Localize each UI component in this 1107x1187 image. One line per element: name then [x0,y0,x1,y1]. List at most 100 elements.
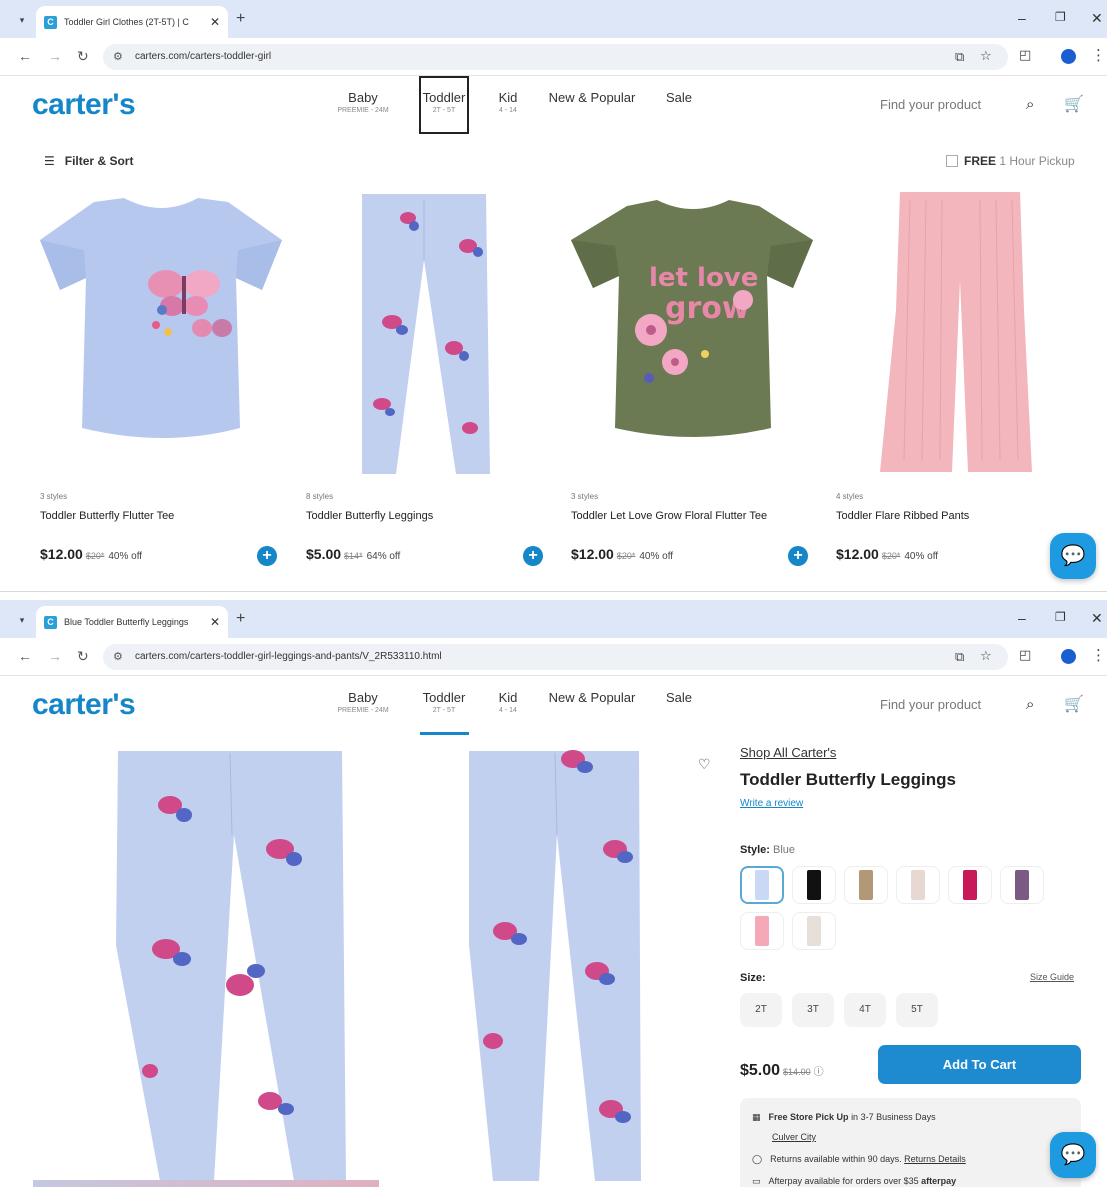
swatch-blue[interactable] [740,866,784,904]
returns-row: ◯ Returns available within 90 days. Retur… [752,1154,966,1164]
quick-add-button[interactable]: + [788,546,808,566]
store-icon: ▦ [752,1112,761,1122]
forward-icon[interactable]: → [48,648,62,664]
site-info-icon[interactable]: ⚙ [113,644,123,670]
cart-icon[interactable]: 🛒 [1064,94,1084,114]
chat-button[interactable]: 💬 [1050,533,1096,579]
nav-kid[interactable]: Kid 4 - 14 [494,90,522,114]
profile-avatar[interactable] [1061,649,1076,664]
profile-avatar[interactable] [1061,49,1076,64]
nav-new-popular[interactable]: New & Popular [544,90,640,105]
menu-kebab-icon[interactable]: ⋮ [1091,646,1106,664]
new-tab-icon[interactable]: + [236,10,245,28]
product-price: $12.00 $20* 40% off [571,546,674,562]
product-image[interactable] [34,190,289,480]
swatch-tan[interactable] [844,866,888,904]
browser-window-listing: ▾ C Toddler Girl Clothes (2T-5T) | C ✕ +… [0,0,1107,591]
search-input[interactable]: Find your product [872,88,1052,122]
returns-details-link[interactable]: Returns Details [904,1154,966,1164]
product-name[interactable]: Toddler Butterfly Leggings [306,510,433,522]
search-icon[interactable]: ⌕ [1026,96,1034,113]
window-close-icon[interactable]: ✕ [1091,10,1103,27]
extensions-icon[interactable]: ◰ [1019,647,1031,663]
product-image[interactable]: let love grow [565,190,820,480]
nav-toddler[interactable]: Toddler 2T - 5T [419,76,469,134]
swatch-pink[interactable] [740,912,784,950]
swatch-magenta[interactable] [948,866,992,904]
size-5t-button[interactable]: 5T [896,993,938,1027]
product-card[interactable]: 4 styles Toddler Flare Ribbed Pants $12.… [830,190,1085,562]
product-card[interactable]: 3 styles Toddler Butterfly Flutter Tee $… [34,190,289,566]
nav-toddler[interactable]: Toddler 2T - 5T [419,690,469,714]
swatch-floral[interactable] [896,866,940,904]
minimize-icon[interactable]: – [1018,610,1026,626]
reload-icon[interactable]: ↻ [77,648,89,665]
site-info-icon[interactable]: ⚙ [113,44,123,70]
forward-icon[interactable]: → [48,48,62,64]
pickup-filter-checkbox[interactable]: FREE 1 Hour Pickup [946,154,1075,168]
product-price: $5.00 $14.00 ⓘ [740,1062,824,1079]
chat-button[interactable]: 💬 [1050,1132,1096,1178]
size-2t-button[interactable]: 2T [740,993,782,1027]
filter-sort-button[interactable]: ☰ Filter & Sort [44,154,133,168]
search-icon[interactable]: ⌕ [1026,696,1034,713]
new-tab-icon[interactable]: + [236,610,245,628]
close-tab-icon[interactable]: ✕ [210,615,220,629]
product-image[interactable] [830,190,1085,480]
extensions-icon[interactable]: ◰ [1019,47,1031,63]
restore-icon[interactable]: ❐ [1055,10,1066,24]
restore-icon[interactable]: ❐ [1055,610,1066,624]
nav-sale[interactable]: Sale [664,90,694,105]
tab-search-icon[interactable]: ▾ [12,11,32,29]
swatch-cream[interactable] [792,912,836,950]
price-info-icon[interactable]: ⓘ [814,1067,824,1078]
quick-add-button[interactable]: + [523,546,543,566]
add-to-cart-button[interactable]: Add To Cart [878,1045,1081,1084]
shop-all-link[interactable]: Shop All Carter's [740,745,836,760]
menu-kebab-icon[interactable]: ⋮ [1091,46,1106,64]
product-name[interactable]: Toddler Flare Ribbed Pants [836,510,969,522]
carters-logo[interactable]: carter's [32,688,136,722]
address-bar[interactable]: ⚙ carters.com/carters-toddler-girl [103,44,1008,70]
size-4t-button[interactable]: 4T [844,993,886,1027]
swatch-black[interactable] [792,866,836,904]
size-3t-button[interactable]: 3T [792,993,834,1027]
install-app-icon[interactable]: ⧉ [955,649,964,665]
product-image[interactable] [300,190,555,480]
install-app-icon[interactable]: ⧉ [955,49,964,65]
window-close-icon[interactable]: ✕ [1091,610,1103,627]
address-bar[interactable]: ⚙ carters.com/carters-toddler-girl-leggi… [103,644,1008,670]
search-input[interactable]: Find your product [872,688,1052,722]
size-guide-link[interactable]: Size Guide [1030,972,1074,982]
write-review-link[interactable]: Write a review [740,798,803,809]
product-name[interactable]: Toddler Butterfly Flutter Tee [40,510,174,522]
nav-sale[interactable]: Sale [664,690,694,705]
tab-search-icon[interactable]: ▾ [12,611,32,629]
reload-icon[interactable]: ↻ [77,48,89,65]
bookmark-star-icon[interactable]: ☆ [980,48,992,64]
favorite-heart-icon[interactable]: ♡ [698,756,711,773]
back-icon[interactable]: ← [18,648,32,664]
product-card[interactable]: let love grow 3 styles Toddler Let Love … [565,190,820,566]
carters-logo[interactable]: carter's [32,88,136,122]
nav-kid[interactable]: Kid 4 - 14 [494,690,522,714]
browser-tab[interactable]: C Blue Toddler Butterfly Leggings ✕ [36,606,228,638]
nav-baby[interactable]: Baby PREEMIE - 24M [330,90,396,114]
browser-tab[interactable]: C Toddler Girl Clothes (2T-5T) | C ✕ [36,6,228,38]
product-name[interactable]: Toddler Let Love Grow Floral Flutter Tee [571,510,767,522]
thumbnail-strip[interactable] [33,1180,379,1187]
nav-new-popular[interactable]: New & Popular [544,690,640,705]
swatch-purple[interactable] [1000,866,1044,904]
close-tab-icon[interactable]: ✕ [210,15,220,29]
nav-baby[interactable]: Baby PREEMIE - 24M [330,690,396,714]
store-link[interactable]: Culver City [772,1132,816,1142]
minimize-icon[interactable]: – [1018,10,1026,26]
product-card[interactable]: 8 styles Toddler Butterfly Leggings $5.0… [300,190,555,566]
back-icon[interactable]: ← [18,48,32,64]
cart-icon[interactable]: 🛒 [1064,694,1084,714]
quick-add-button[interactable]: + [257,546,277,566]
product-gallery-image-1[interactable] [110,745,350,1187]
tab-title: Blue Toddler Butterfly Leggings [64,617,189,627]
product-gallery-image-2[interactable] [465,745,645,1187]
bookmark-star-icon[interactable]: ☆ [980,648,992,664]
